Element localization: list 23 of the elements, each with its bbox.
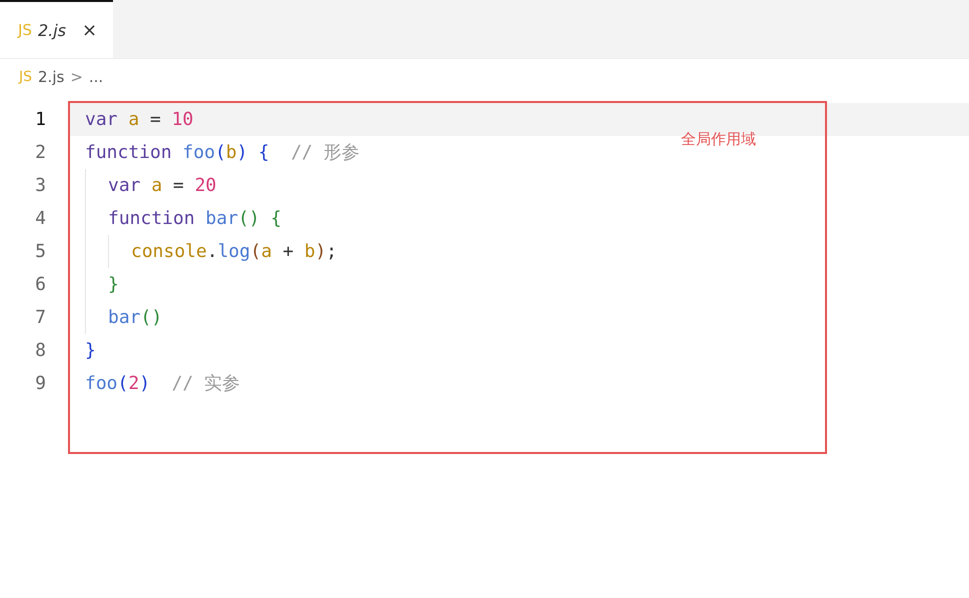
code-line: } xyxy=(84,339,96,363)
line-number: 1 xyxy=(34,108,46,132)
line-number: 8 xyxy=(34,339,46,363)
code-line: function foo(b) { // 形参 xyxy=(84,141,360,165)
line-number: 2 xyxy=(34,141,46,165)
line-number: 3 xyxy=(34,174,46,198)
editor-tab[interactable]: JS 2.js × xyxy=(0,0,113,58)
breadcrumb-item[interactable]: ... xyxy=(88,68,104,86)
code-line: } xyxy=(108,273,119,297)
code-line: console.log(a + b); xyxy=(131,240,337,264)
close-icon[interactable]: × xyxy=(82,20,98,40)
line-number: 7 xyxy=(34,306,46,330)
code-line: foo(2) // 实参 xyxy=(84,372,240,396)
code-line: bar() xyxy=(108,306,162,330)
line-number: 5 xyxy=(34,240,46,264)
line-number: 6 xyxy=(34,273,46,297)
js-file-icon: JS xyxy=(19,69,32,85)
chevron-icon: > xyxy=(70,68,83,86)
breadcrumb-item[interactable]: 2.js xyxy=(38,68,64,86)
code-line: function bar() { xyxy=(108,207,282,231)
line-number: 4 xyxy=(34,207,46,231)
line-number: 9 xyxy=(34,372,46,396)
code-line: var a = 20 xyxy=(108,174,216,198)
